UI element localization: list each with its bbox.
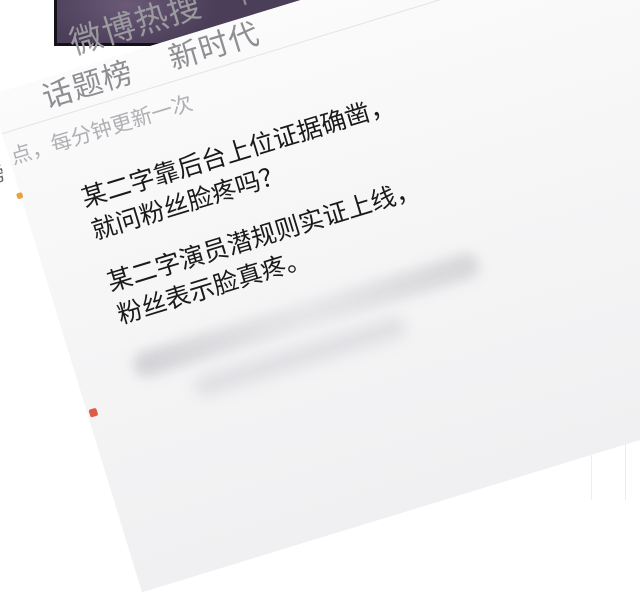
left-clipped-label: 榜 [0, 160, 8, 190]
rank-marker [15, 191, 24, 200]
rank-marker-2 [88, 407, 99, 418]
weibo-hot-search-screen: 微博热搜 同城榜 话题榜 新时代 榜 点，每分钟更新一次 某二字靠后台上位证据确… [0, 0, 640, 593]
